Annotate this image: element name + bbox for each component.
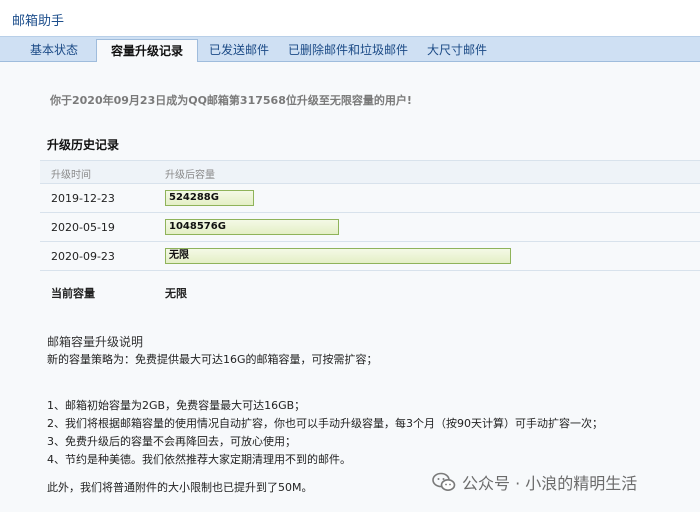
tab-basic-status[interactable]: 基本状态 (14, 39, 94, 63)
history-date: 2020-05-19 (51, 221, 115, 234)
description-heading: 邮箱容量升级说明 (47, 335, 144, 349)
capacity-bar: 无限 (165, 248, 511, 264)
capacity-bar: 524288G (165, 190, 254, 206)
description-item: 1、邮箱初始容量为2GB，免费容量最大可达16GB； (47, 399, 306, 412)
watermark-text: 公众号 · 小浪的精明生活 (462, 474, 638, 493)
description-item: 4、节约是种美德。我们依然推荐大家定期清理用不到的邮件。 (47, 453, 351, 466)
main-content: 你于2020年09月23日成为QQ邮箱第317568位升级至无限容量的用户! 升… (0, 62, 700, 512)
description-item: 2、我们将根据邮箱容量的使用情况自动扩容，你也可以手动升级容量，每3个月（按90… (47, 417, 603, 430)
column-header-capacity: 升级后容量 (165, 170, 215, 181)
column-header-time: 升级时间 (51, 170, 91, 181)
wechat-icon (432, 472, 456, 491)
table-row: 2020-09-23 无限 (40, 242, 700, 271)
history-date: 2020-09-23 (51, 250, 115, 263)
history-title: 升级历史记录 (47, 138, 120, 152)
upgrade-notice: 你于2020年09月23日成为QQ邮箱第317568位升级至无限容量的用户! (50, 94, 412, 107)
tab-bar: 基本状态 容量升级记录 已发送邮件 已删除邮件和垃圾邮件 大尺寸邮件 (0, 36, 700, 63)
description-policy: 新的容量策略为：免费提供最大可达16G的邮箱容量，可按需扩容； (47, 353, 378, 366)
history-date: 2019-12-23 (51, 192, 115, 205)
history-header: 升级时间 升级后容量 (40, 160, 700, 184)
capacity-bar: 1048576G (165, 219, 339, 235)
tab-deleted-spam[interactable]: 已删除邮件和垃圾邮件 (280, 39, 416, 63)
current-capacity-value: 无限 (165, 287, 187, 300)
tab-sent-mail[interactable]: 已发送邮件 (202, 39, 276, 63)
current-capacity-label: 当前容量 (51, 287, 95, 300)
table-row: 2019-12-23 524288G (40, 184, 700, 213)
app-title: 邮箱助手 (0, 0, 700, 36)
current-capacity: 当前容量 无限 (40, 281, 700, 305)
description-item: 3、免费升级后的容量不会再降回去，可放心使用； (47, 435, 296, 448)
watermark: 公众号 · 小浪的精明生活 (432, 470, 637, 494)
tab-capacity-history[interactable]: 容量升级记录 (96, 39, 198, 63)
table-row: 2020-05-19 1048576G (40, 213, 700, 242)
tab-large-mail[interactable]: 大尺寸邮件 (420, 39, 494, 63)
